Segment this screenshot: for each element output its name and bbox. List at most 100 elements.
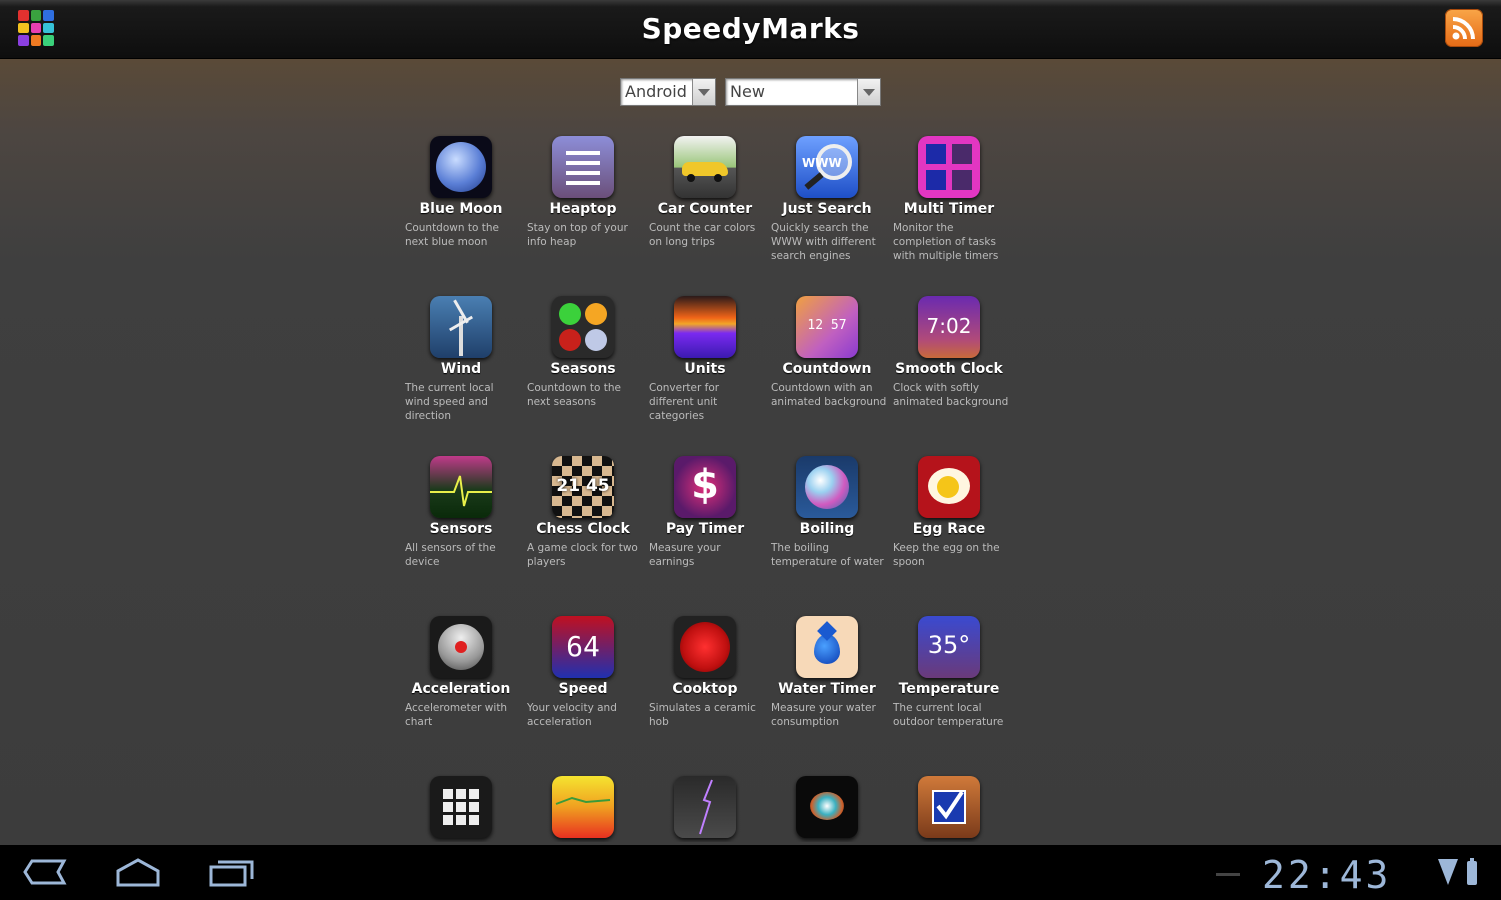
countdown-icon: 12 57 [796,296,858,358]
app-tile-heaptop[interactable]: Heaptop Stay on top of your info heap [522,134,644,284]
app-tile-smooth-clock[interactable]: 7:02 Smooth Clock Clock with softly anim… [888,294,1010,444]
app-tile-speed[interactable]: 64 Speed Your velocity and acceleration [522,614,644,764]
app-description: Measure your water consumption [771,702,876,728]
app-tile-nebula[interactable] [766,774,888,842]
checkbox-icon [918,776,980,838]
app-name: Wind [440,361,482,377]
car-icon [674,136,736,198]
title-bar: SpeedyMarks [0,0,1501,59]
app-name: Countdown [782,361,872,377]
app-name: Egg Race [912,521,986,537]
status-clock: 22:43 [1262,853,1392,897]
clock-icon: 7:02 [918,296,980,358]
app-tile-multi-timer[interactable]: Multi Timer Monitor the completion of ta… [888,134,1010,284]
app-name: Blue Moon [419,201,503,217]
app-tile-blue-moon[interactable]: Blue Moon Countdown to the next blue moo… [400,134,522,284]
app-description: Accelerometer with chart [405,702,508,728]
app-tile-keypad[interactable] [400,774,522,842]
units-gradient-icon [674,296,736,358]
app-description: Clock with softly animated background [893,382,1009,408]
app-description: All sensors of the device [405,542,496,568]
app-description: Countdown to the next blue moon [405,222,499,248]
platform-select[interactable]: Android [620,78,716,106]
app-tile-wind[interactable]: Wind The current local wind speed and di… [400,294,522,444]
icon-label: 7:02 [926,314,972,338]
app-description: Your velocity and acceleration [527,702,617,728]
water-drop-icon [796,616,858,678]
chess-clock-icon: 21 45 [552,456,614,518]
chevron-down-icon[interactable] [692,79,715,105]
temperature-icon: 35° [918,616,980,678]
app-name: Pay Timer [665,521,745,537]
app-tile-lightning[interactable] [644,774,766,842]
app-tile-just-search[interactable]: WWW Just Search Quickly search the WWW w… [766,134,888,284]
icon-label: $ [691,462,719,508]
app-tile-cooktop[interactable]: Cooktop Simulates a ceramic hob [644,614,766,764]
seasons-icon [552,296,614,358]
app-name: Speed [558,681,608,697]
app-name: Acceleration [411,681,511,697]
icon-label: 12 57 [807,318,847,333]
app-tile-units[interactable]: Units Converter for different unit categ… [644,294,766,444]
app-name: Just Search [782,201,872,217]
app-tile-egg-race[interactable]: Egg Race Keep the egg on the spoon [888,454,1010,604]
app-name: Cooktop [672,681,738,697]
sort-select-value: New [730,82,765,101]
app-name: Seasons [550,361,616,377]
blue-moon-icon [430,136,492,198]
icon-label: WWW [802,156,842,170]
app-description: Monitor the completion of tasks with mul… [893,222,999,262]
app-tile-seasons[interactable]: Seasons Countdown to the next seasons [522,294,644,444]
rss-feed-icon[interactable] [1445,9,1483,47]
nebula-icon [796,776,858,838]
icon-label: 35° [927,631,971,659]
app-name: Water Timer [778,681,876,697]
notification-dash [1216,873,1240,876]
app-tile-gradient[interactable] [522,774,644,842]
app-name: Smooth Clock [895,361,1003,377]
app-tile-sensors[interactable]: Sensors All sensors of the device [400,454,522,604]
chevron-down-icon[interactable] [857,79,880,105]
app-tile-boiling[interactable]: Boiling The boiling temperature of water [766,454,888,604]
app-tile-acceleration[interactable]: Acceleration Accelerometer with chart [400,614,522,764]
sensors-chart-icon [430,456,492,518]
search-icon: WWW [796,136,858,198]
app-name: Sensors [429,521,493,537]
wind-turbine-icon [430,296,492,358]
app-tile-chess-clock[interactable]: 21 45 Chess Clock A game clock for two p… [522,454,644,604]
keypad-icon [430,776,492,838]
app-description: The current local wind speed and directi… [405,382,494,422]
app-name: Heaptop [549,201,617,217]
hob-icon [674,616,736,678]
lightning-icon [674,776,736,838]
signal-battery-icon [1438,858,1477,885]
bubble-icon [796,456,858,518]
app-tile-water-timer[interactable]: Water Timer Measure your water consumpti… [766,614,888,764]
app-description: The current local outdoor temperature [893,702,1004,728]
app-name: Temperature [898,681,1000,697]
page-title: SpeedyMarks [641,12,860,45]
icon-label: 21 45 [556,476,610,496]
app-tile-car-counter[interactable]: Car Counter Count the car colors on long… [644,134,766,284]
app-description: Converter for different unit categories [649,382,720,422]
app-description: Countdown to the next seasons [527,382,621,408]
back-icon[interactable] [22,857,68,887]
home-icon[interactable] [114,857,162,889]
recent-apps-icon[interactable] [208,857,256,889]
app-description: Measure your earnings [649,542,721,568]
acceleration-icon [430,616,492,678]
speed-icon: 64 [552,616,614,678]
level-chart-icon [552,776,614,838]
sort-select[interactable]: New [725,78,881,106]
egg-icon [918,456,980,518]
app-name: Boiling [799,521,855,537]
app-description: A game clock for two players [527,542,638,568]
app-description: The boiling temperature of water [771,542,884,568]
app-name: Multi Timer [903,201,995,217]
timer-grid-icon [918,136,980,198]
heaptop-icon [552,136,614,198]
app-tile-pay-timer[interactable]: $ Pay Timer Measure your earnings [644,454,766,604]
app-tile-countdown[interactable]: 12 57 Countdown Countdown with an animat… [766,294,888,444]
app-tile-temperature[interactable]: 35° Temperature The current local outdoo… [888,614,1010,764]
app-tile-checklist[interactable] [888,774,1010,842]
